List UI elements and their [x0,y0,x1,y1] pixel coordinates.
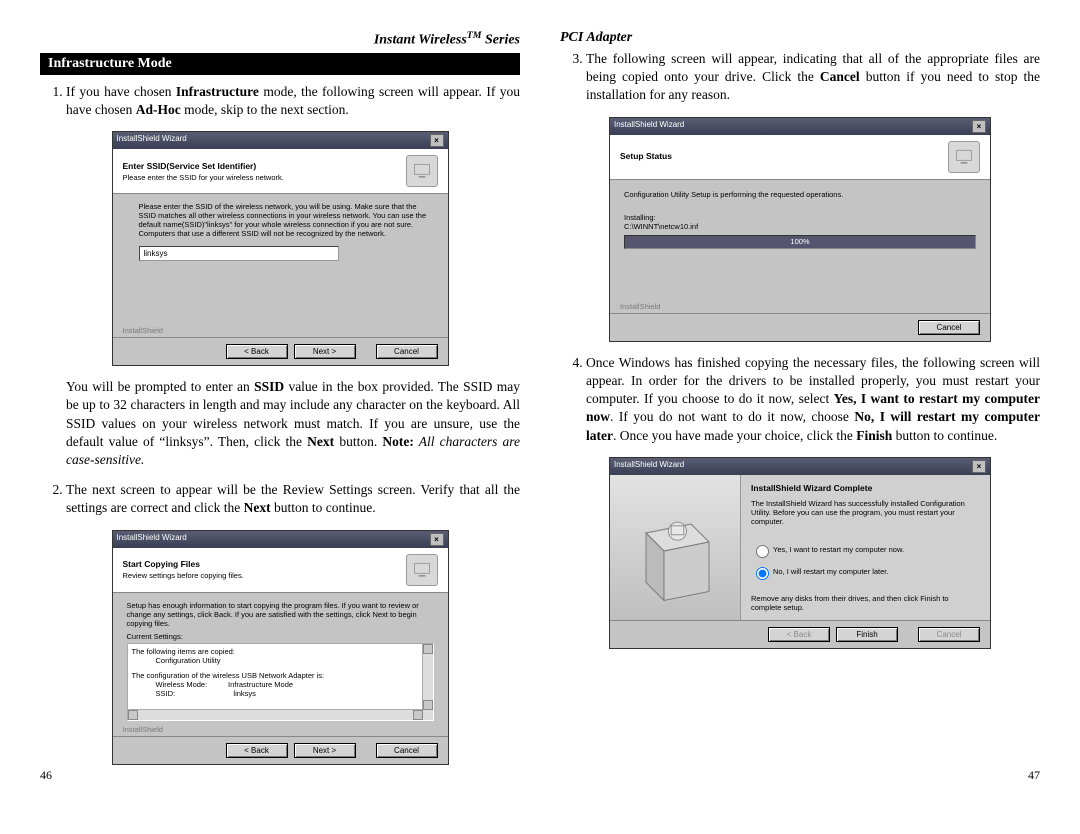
step-4: Once Windows has finished copying the ne… [586,354,1040,445]
installshield-label: InstallShield [113,324,448,337]
wizard-subheading: Please enter the SSID for your wireless … [123,173,398,182]
wizard-heading: Setup Status [620,151,940,161]
back-button[interactable]: < Back [226,344,288,359]
computer-icon [948,141,980,173]
finish-button[interactable]: Finish [836,627,898,642]
wizard-heading: Start Copying Files [123,559,398,569]
page-number: 46 [40,768,52,783]
computer-icon [406,554,438,586]
wizard-setup-status: InstallShield Wizard × Setup Status Conf… [609,117,991,342]
next-button[interactable]: Next > [294,743,356,758]
cancel-button[interactable]: Cancel [918,320,980,335]
wizard-body-text: Setup has enough information to start co… [127,601,434,628]
wizard-sidebar-graphic [610,475,741,620]
installing-label: Installing: [624,213,976,222]
status-text: Configuration Utility Setup is performin… [624,190,976,199]
close-icon[interactable]: × [430,134,444,147]
ssid-input[interactable]: linksys [139,246,339,261]
cancel-button: Cancel [918,627,980,642]
computer-icon [406,155,438,187]
cancel-button[interactable]: Cancel [376,344,438,359]
back-button[interactable]: < Back [226,743,288,758]
wizard-body-text: The InstallShield Wizard has successfull… [751,499,980,526]
wizard-heading: InstallShield Wizard Complete [751,483,980,493]
remove-disks-text: Remove any disks from their drives, and … [751,594,980,612]
page-number: 47 [1028,768,1040,783]
wizard-subheading: Review settings before copying files. [123,571,398,580]
close-icon[interactable]: × [972,460,986,473]
wizard-copy-files: InstallShield Wizard × Start Copying Fil… [112,530,449,765]
ssid-paragraph: You will be prompted to enter an SSID va… [66,378,520,469]
wizard-ssid: InstallShield Wizard × Enter SSID(Servic… [112,131,449,366]
step-2: The next screen to appear will be the Re… [66,481,520,517]
section-heading: Infrastructure Mode [40,53,520,75]
step-1: If you have chosen Infrastructure mode, … [66,83,520,119]
radio-restart-now[interactable]: Yes, I want to restart my computer now. [751,542,980,558]
wizard-heading: Enter SSID(Service Set Identifier) [123,161,398,171]
back-button: < Back [768,627,830,642]
wizard-complete: InstallShield Wizard × [609,457,991,649]
installshield-label: InstallShield [610,300,990,313]
progress-bar: 100% [624,235,976,249]
installshield-label: InstallShield [113,723,448,736]
radio-restart-later[interactable]: No, I will restart my computer later. [751,564,980,580]
page-header-right: PCI Adapter [560,30,1040,46]
step-3: The following screen will appear, indica… [586,50,1040,105]
wizard-titlebar: InstallShield Wizard × [113,132,448,149]
install-path: C:\WINNT\netcw10.inf [624,222,976,231]
settings-box: The following items are copied: Configur… [127,643,434,721]
cancel-button[interactable]: Cancel [376,743,438,758]
next-button[interactable]: Next > [294,344,356,359]
wizard-body-text: Please enter the SSID of the wireless ne… [139,202,434,238]
current-settings-label: Current Settings: [127,632,434,641]
page-header-left: Instant WirelessTM Series [40,30,520,49]
close-icon[interactable]: × [972,120,986,133]
close-icon[interactable]: × [430,533,444,546]
